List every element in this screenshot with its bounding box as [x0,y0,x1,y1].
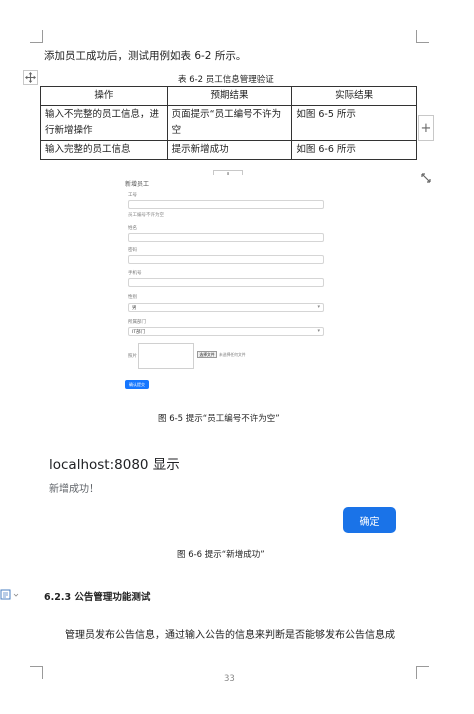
form-field-label: 工号 [128,193,137,198]
chevron-down-icon: ▾ [317,304,320,310]
table-cell: 提示新增成功 [166,140,293,160]
column-header: 操作 [40,86,168,106]
intro-paragraph: 添加员工成功后，测试用例如表 6-2 所示。 [44,50,247,62]
body-paragraph: 管理员发布公告信息，通过输入公告的信息来判断是否能够发布公告信息成 [65,630,395,641]
table-resize-handle[interactable] [418,170,433,185]
form-title: 新增员工 [125,181,150,188]
file-status: 未选择任何文件 [219,352,246,357]
photo-preview [138,343,194,369]
layout-options-icon[interactable] [0,586,20,600]
table-header-row: 操作 预期结果 实际结果 [40,86,417,106]
table-cell: 如图 6-6 所示 [291,140,417,160]
employee-id-input[interactable] [128,200,324,209]
form-field-label: 密码 [128,248,137,253]
table-row: 输入不完整的员工信息，进行新增操作 页面提示“员工编号不许为空 如图 6-5 所… [40,105,417,141]
crop-mark-top-left [30,30,43,43]
table-cell: 输入完整的员工信息 [40,140,168,160]
column-header: 实际结果 [291,86,417,106]
section-heading: 6.2.3 公告管理功能测试 [44,592,151,603]
table-cell: 输入不完整的员工信息，进行新增操作 [40,105,168,141]
form-field-label: 姓名 [128,226,137,231]
move-arrows-icon [25,72,36,83]
add-column-button[interactable]: + [418,115,434,141]
crop-mark-bottom-left [30,666,43,679]
resize-diagonal-icon [420,172,431,183]
phone-input[interactable] [128,278,324,287]
verification-table: 操作 预期结果 实际结果 输入不完整的员工信息，进行新增操作 页面提示“员工编号… [40,86,417,160]
validation-message: 员工编号不许为空 [128,213,164,218]
dialog-message: 新增成功！ [49,484,99,495]
form-field-label: 性别 [128,295,137,300]
crop-mark-bottom-right [416,666,429,679]
chevron-down-icon: ▾ [317,328,320,334]
name-input[interactable] [128,233,324,242]
page-number: 33 [224,674,235,684]
crop-mark-top-right [416,30,429,43]
dialog-title: localhost:8080 显示 [49,457,180,473]
new-employee-form-screenshot: 新增员工 工号 员工编号不许为空 姓名 密码 手机号 性别 男 ▾ 所属部门 I… [118,175,336,395]
form-field-label: 所属部门 [128,320,146,325]
gender-select-value: 男 [132,306,137,311]
submit-button[interactable]: 确认提交 [125,380,149,389]
confirm-button[interactable]: 确定 [343,507,396,533]
figure-caption: 图 6-5 提示“员工编号不许为空” [158,414,280,424]
gender-select[interactable]: 男 ▾ [128,303,324,312]
choose-file-button[interactable]: 选择文件 [197,351,217,358]
table-cell: 如图 6-5 所示 [291,105,417,141]
password-input[interactable] [128,255,324,264]
table-row: 输入完整的员工信息 提示新增成功 如图 6-6 所示 [40,140,417,160]
column-header: 预期结果 [166,86,293,106]
table-cell: 页面提示“员工编号不许为空 [166,105,293,141]
table-caption: 表 6-2 员工信息管理验证 [178,75,274,85]
figure-caption: 图 6-6 提示“新增成功” [177,550,265,560]
form-field-label: 手机号 [128,271,142,276]
department-select[interactable]: IT部门 ▾ [128,327,324,336]
department-select-value: IT部门 [132,330,146,335]
table-move-handle[interactable] [23,70,38,85]
plus-icon: + [420,120,432,136]
form-field-label: 照片 [128,354,137,359]
